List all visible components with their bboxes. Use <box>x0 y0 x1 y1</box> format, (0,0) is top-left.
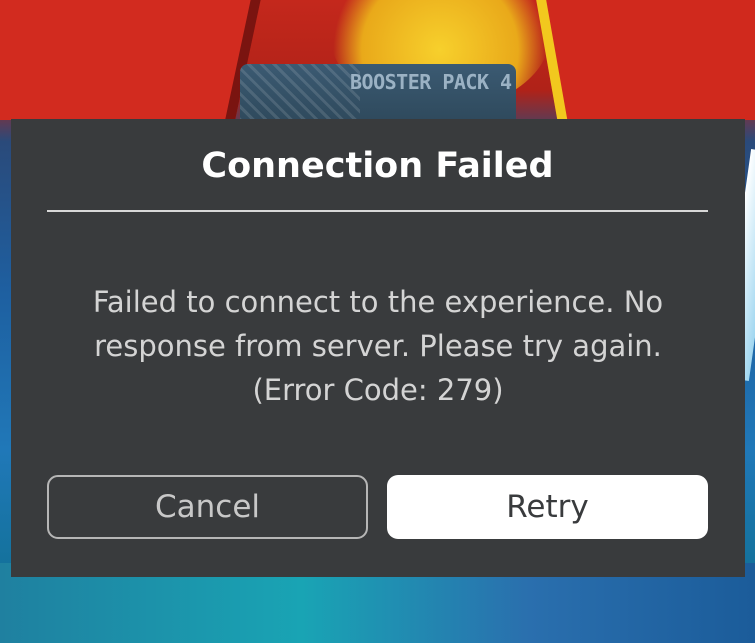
dialog-title: Connection Failed <box>201 146 554 186</box>
booster-pack-label: BOOSTER PACK 4 <box>350 70 512 94</box>
dialog-message-line: Failed to connect to the experience. No <box>92 285 664 319</box>
cancel-button[interactable]: Cancel <box>47 475 368 539</box>
background-red-shape-left <box>0 0 265 120</box>
error-code-line: (Error Code: 279) <box>252 373 504 407</box>
retry-button[interactable]: Retry <box>387 475 708 539</box>
dialog-message-line: response from server. Please try again. <box>94 329 662 363</box>
title-divider <box>47 210 708 212</box>
background-red-shape-right <box>532 0 755 120</box>
dialog-message: Failed to connect to the experience. No … <box>48 280 708 412</box>
